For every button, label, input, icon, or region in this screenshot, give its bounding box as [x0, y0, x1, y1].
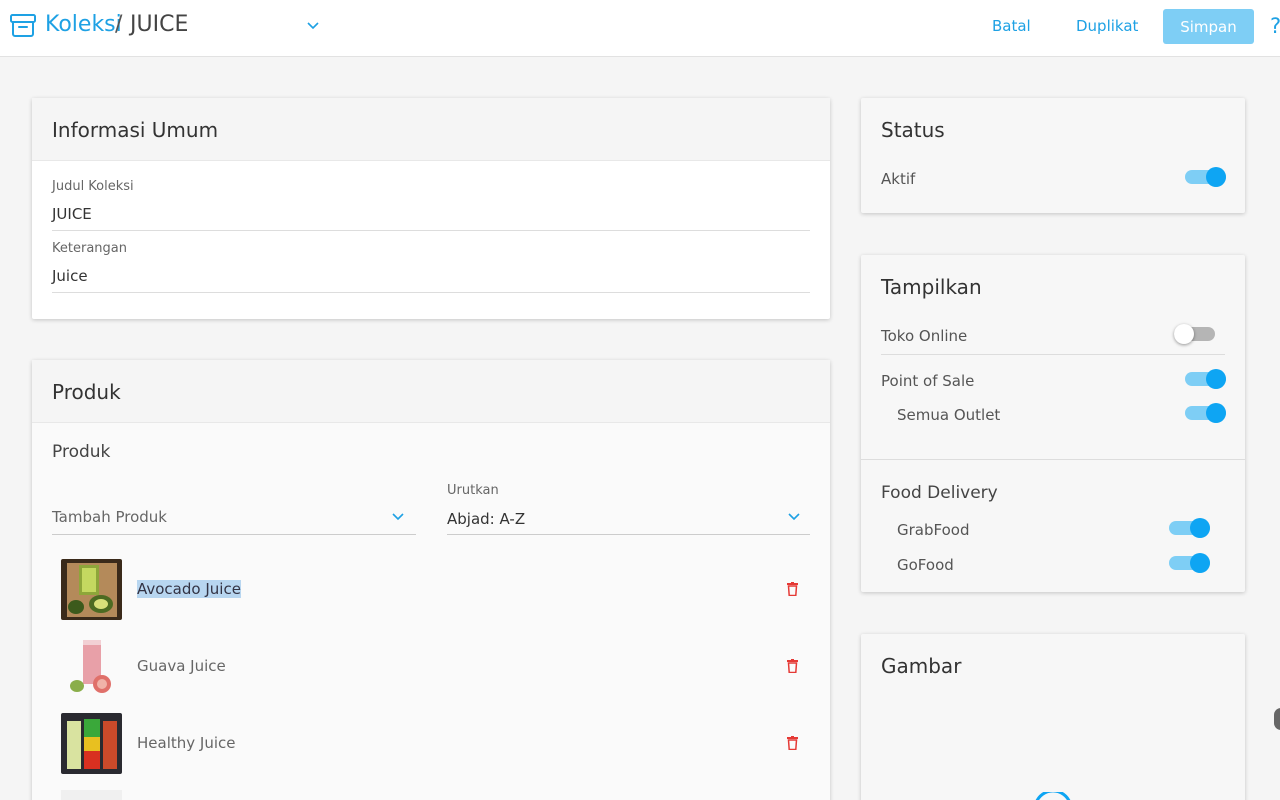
toggle-knob	[1206, 369, 1226, 389]
gofood-toggle[interactable]	[1169, 551, 1210, 575]
top-bar: Koleksi / JUICE Batal Duplikat Simpan ?	[0, 0, 1280, 57]
description-field[interactable]: Juice	[52, 267, 88, 285]
product-name: Healthy Juice	[137, 734, 236, 752]
toggle-knob	[1174, 324, 1194, 344]
breadcrumb-link-collections[interactable]: Koleksi	[45, 12, 122, 37]
grabfood-label: GrabFood	[897, 521, 970, 539]
display-title: Tampilkan	[881, 275, 982, 299]
grabfood-toggle[interactable]	[1169, 516, 1210, 540]
general-info-card: Informasi Umum Judul Koleksi JUICE Keter…	[32, 98, 830, 319]
image-title: Gambar	[881, 654, 962, 678]
list-item[interactable]: Healthy Juice	[53, 713, 813, 777]
product-name: Avocado Juice	[137, 580, 241, 598]
collection-title-field[interactable]: JUICE	[52, 205, 92, 223]
status-card: Status Aktif	[861, 98, 1245, 213]
products-header: Produk	[32, 360, 830, 423]
active-label: Aktif	[881, 170, 916, 188]
save-button[interactable]: Simpan	[1163, 9, 1254, 44]
help-button[interactable]: ?	[1270, 14, 1280, 38]
scrollbar-thumb[interactable]	[1274, 708, 1280, 730]
toggle-knob	[1206, 167, 1226, 187]
all-outlets-label: Semua Outlet	[897, 406, 1001, 424]
loading-spinner-icon	[1035, 792, 1071, 800]
product-name: Guava Juice	[137, 657, 226, 675]
product-thumbnail	[61, 559, 122, 620]
pos-toggle[interactable]	[1185, 367, 1226, 391]
description-label: Keterangan	[52, 241, 127, 256]
sort-select[interactable]: Abjad: A-Z	[447, 510, 525, 528]
add-product-dropdown[interactable]: Tambah Produk	[52, 508, 167, 526]
product-thumbnail	[61, 790, 122, 800]
chevron-down-icon[interactable]	[390, 509, 406, 525]
gofood-label: GoFood	[897, 556, 954, 574]
toggle-knob	[1190, 518, 1210, 538]
products-subtitle: Produk	[52, 442, 111, 462]
chevron-down-icon[interactable]	[786, 509, 802, 525]
status-title: Status	[881, 118, 945, 142]
trash-icon[interactable]	[787, 659, 798, 673]
online-store-label: Toko Online	[881, 327, 968, 345]
divider	[52, 230, 810, 231]
toggle-knob	[1190, 553, 1210, 573]
divider	[881, 354, 1225, 355]
trash-icon[interactable]	[787, 736, 798, 750]
list-item[interactable]: Avocado Juice	[53, 559, 813, 623]
general-info-header: Informasi Umum	[32, 98, 830, 161]
chevron-down-icon[interactable]	[305, 18, 321, 34]
general-info-title: Informasi Umum	[52, 118, 219, 142]
image-card: Gambar	[861, 634, 1245, 800]
active-toggle[interactable]	[1185, 165, 1226, 189]
pos-label: Point of Sale	[881, 372, 975, 390]
toggle-knob	[1206, 403, 1226, 423]
duplicate-button[interactable]: Duplikat	[1076, 17, 1138, 35]
sort-label: Urutkan	[447, 483, 499, 498]
products-title: Produk	[52, 380, 121, 404]
trash-icon[interactable]	[787, 582, 798, 596]
divider	[52, 534, 416, 535]
all-outlets-toggle[interactable]	[1185, 401, 1226, 425]
online-store-toggle[interactable]	[1174, 322, 1215, 346]
food-delivery-label: Food Delivery	[881, 483, 998, 503]
divider	[52, 292, 810, 293]
archive-box-icon	[10, 14, 36, 37]
product-thumbnail	[61, 636, 122, 697]
breadcrumb-current: JUICE	[130, 12, 189, 37]
list-item[interactable]: Guava Juice	[53, 636, 813, 700]
divider	[861, 459, 1245, 460]
breadcrumb-separator: /	[115, 12, 123, 37]
cancel-button[interactable]: Batal	[992, 17, 1031, 35]
display-card: Tampilkan Toko Online Point of Sale Semu…	[861, 255, 1245, 592]
product-thumbnail	[61, 713, 122, 774]
divider	[447, 534, 810, 535]
collection-title-label: Judul Koleksi	[52, 179, 134, 194]
